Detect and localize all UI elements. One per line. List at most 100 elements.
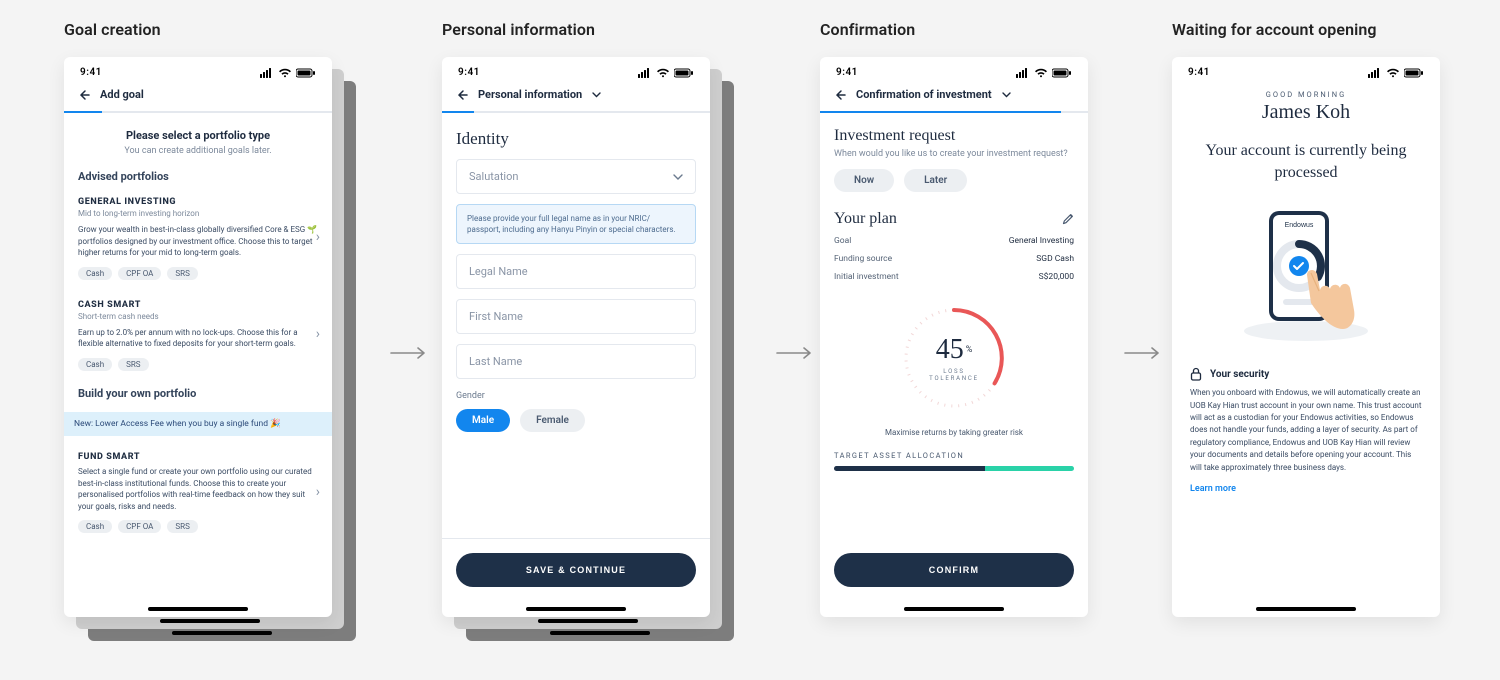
tag-srs: SRS bbox=[167, 267, 197, 280]
back-arrow-icon[interactable] bbox=[456, 89, 468, 101]
portfolio-fund-smart[interactable]: FUND SMART Select a single fund or creat… bbox=[78, 444, 318, 539]
tag-cash: Cash bbox=[78, 520, 112, 533]
signal-icon bbox=[260, 68, 274, 78]
advised-label: Advised portfolios bbox=[78, 170, 318, 183]
header-confirmation: Confirmation of investment bbox=[820, 82, 1088, 111]
legal-name-input[interactable]: Legal Name bbox=[456, 254, 696, 289]
invest-request-title: Investment request bbox=[834, 127, 1074, 145]
header-title: Personal information bbox=[478, 88, 582, 101]
tag-cpfoa: CPF OA bbox=[118, 520, 161, 533]
first-name-input[interactable]: First Name bbox=[456, 299, 696, 334]
wifi-icon bbox=[1034, 68, 1048, 78]
edit-pencil-icon[interactable] bbox=[1062, 213, 1074, 225]
portfolio-subtitle: Mid to long-term investing horizon bbox=[78, 209, 318, 218]
flow-arrow-icon bbox=[1124, 346, 1162, 360]
promo-banner: New: Lower Access Fee when you buy a sin… bbox=[64, 412, 332, 436]
tag-srs: SRS bbox=[167, 520, 197, 533]
kv-src-key: Funding source bbox=[834, 254, 892, 264]
portfolio-subtitle: Short-term cash needs bbox=[78, 312, 318, 321]
phone-personal-info: 9:41 Personal information Identity bbox=[442, 57, 710, 617]
phone-illustration: Endowus bbox=[1190, 203, 1422, 343]
chevron-down-icon bbox=[673, 174, 683, 180]
portfolio-title: GENERAL INVESTING bbox=[78, 197, 318, 207]
gauge-percent: % bbox=[966, 345, 973, 355]
back-arrow-icon[interactable] bbox=[834, 89, 846, 101]
salutation-placeholder: Salutation bbox=[469, 170, 518, 183]
tag-cash: Cash bbox=[78, 358, 112, 371]
status-time: 9:41 bbox=[836, 67, 858, 78]
gender-female-chip[interactable]: Female bbox=[520, 409, 585, 432]
identity-title: Identity bbox=[456, 129, 696, 149]
kv-init-val: S$20,000 bbox=[1039, 272, 1074, 282]
timing-later-chip[interactable]: Later bbox=[904, 169, 967, 192]
portfolio-body: Earn up to 2.0% per annum with no lock-u… bbox=[78, 327, 318, 350]
security-body: When you onboard with Endowus, we will a… bbox=[1190, 387, 1422, 474]
security-title: Your security bbox=[1210, 369, 1269, 380]
button-bar: SAVE & CONTINUE bbox=[442, 538, 710, 601]
portfolio-general-investing[interactable]: GENERAL INVESTING Mid to long-term inves… bbox=[78, 189, 318, 286]
name-hint: Please provide your full legal name as i… bbox=[456, 204, 696, 244]
portfolio-cash-smart[interactable]: CASH SMART Short-term cash needs Earn up… bbox=[78, 292, 318, 377]
phone-waiting: 9:41 GOOD MORNING James Koh Your account… bbox=[1172, 57, 1440, 617]
wifi-icon bbox=[656, 68, 670, 78]
learn-more-link[interactable]: Learn more bbox=[1190, 484, 1422, 494]
portfolio-title: FUND SMART bbox=[78, 452, 318, 462]
home-indicator bbox=[1256, 607, 1356, 611]
confirm-button[interactable]: CONFIRM bbox=[834, 553, 1074, 587]
greeting-text: GOOD MORNING bbox=[1190, 90, 1422, 99]
page-subtitle: You can create additional goals later. bbox=[78, 146, 318, 156]
salutation-select[interactable]: Salutation bbox=[456, 159, 696, 194]
timing-now-chip[interactable]: Now bbox=[834, 169, 894, 192]
header-title: Add goal bbox=[100, 88, 144, 101]
gender-label: Gender bbox=[456, 391, 696, 401]
home-indicator bbox=[904, 607, 1004, 611]
battery-icon bbox=[296, 68, 316, 78]
gauge-label: LOSS TOLERANCE bbox=[929, 368, 979, 382]
maximise-text: Maximise returns by taking greater risk bbox=[834, 428, 1074, 437]
header-personal-info: Personal information bbox=[442, 82, 710, 111]
back-arrow-icon[interactable] bbox=[78, 89, 90, 101]
signal-icon bbox=[1016, 68, 1030, 78]
status-time: 9:41 bbox=[1188, 67, 1210, 78]
kv-init-key: Initial investment bbox=[834, 272, 899, 282]
header-addgoal: Add goal bbox=[64, 82, 332, 111]
status-time: 9:41 bbox=[80, 67, 102, 78]
save-continue-button[interactable]: SAVE & CONTINUE bbox=[456, 553, 696, 587]
step-label-info: Personal information bbox=[442, 20, 738, 39]
battery-icon bbox=[1404, 68, 1424, 78]
status-bar: 9:41 bbox=[64, 57, 332, 82]
battery-icon bbox=[1052, 68, 1072, 78]
step-label-goal: Goal creation bbox=[64, 20, 360, 39]
portfolio-title: CASH SMART bbox=[78, 300, 318, 310]
chevron-down-icon[interactable] bbox=[592, 92, 601, 98]
status-bar: 9:41 bbox=[1172, 57, 1440, 82]
allocation-bar bbox=[834, 466, 1074, 471]
gauge-value: 45 bbox=[936, 334, 964, 365]
gender-male-chip[interactable]: Male bbox=[456, 409, 510, 432]
button-bar: CONFIRM bbox=[820, 539, 1088, 601]
step-label-confirmation: Confirmation bbox=[820, 20, 1090, 39]
status-time: 9:41 bbox=[458, 67, 480, 78]
byo-label: Build your own portfolio bbox=[78, 387, 318, 400]
invest-request-sub: When would you like us to create your in… bbox=[834, 149, 1074, 159]
phone-goal: 9:41 Add goal Please select a portfolio … bbox=[64, 57, 332, 617]
kv-goal-val: General Investing bbox=[1009, 236, 1074, 246]
signal-icon bbox=[1368, 68, 1382, 78]
portfolio-body: Select a single fund or create your own … bbox=[78, 466, 318, 512]
tag-srs: SRS bbox=[118, 358, 148, 371]
processing-text: Your account is currently being processe… bbox=[1190, 140, 1422, 183]
kv-src-val: SGD Cash bbox=[1036, 254, 1074, 264]
lock-icon bbox=[1190, 367, 1202, 381]
header-title: Confirmation of investment bbox=[856, 88, 992, 101]
flow-arrow-icon bbox=[390, 346, 428, 360]
battery-icon bbox=[674, 68, 694, 78]
step-label-waiting: Waiting for account opening bbox=[1172, 20, 1442, 39]
kv-goal-key: Goal bbox=[834, 236, 851, 246]
portfolio-body: Grow your wealth in best-in-class global… bbox=[78, 224, 318, 259]
wifi-icon bbox=[278, 68, 292, 78]
page-title: Please select a portfolio type bbox=[78, 129, 318, 142]
tag-cpfoa: CPF OA bbox=[118, 267, 161, 280]
brand-text: Endowus bbox=[1285, 222, 1314, 229]
chevron-down-icon[interactable] bbox=[1002, 92, 1011, 98]
last-name-input[interactable]: Last Name bbox=[456, 344, 696, 379]
